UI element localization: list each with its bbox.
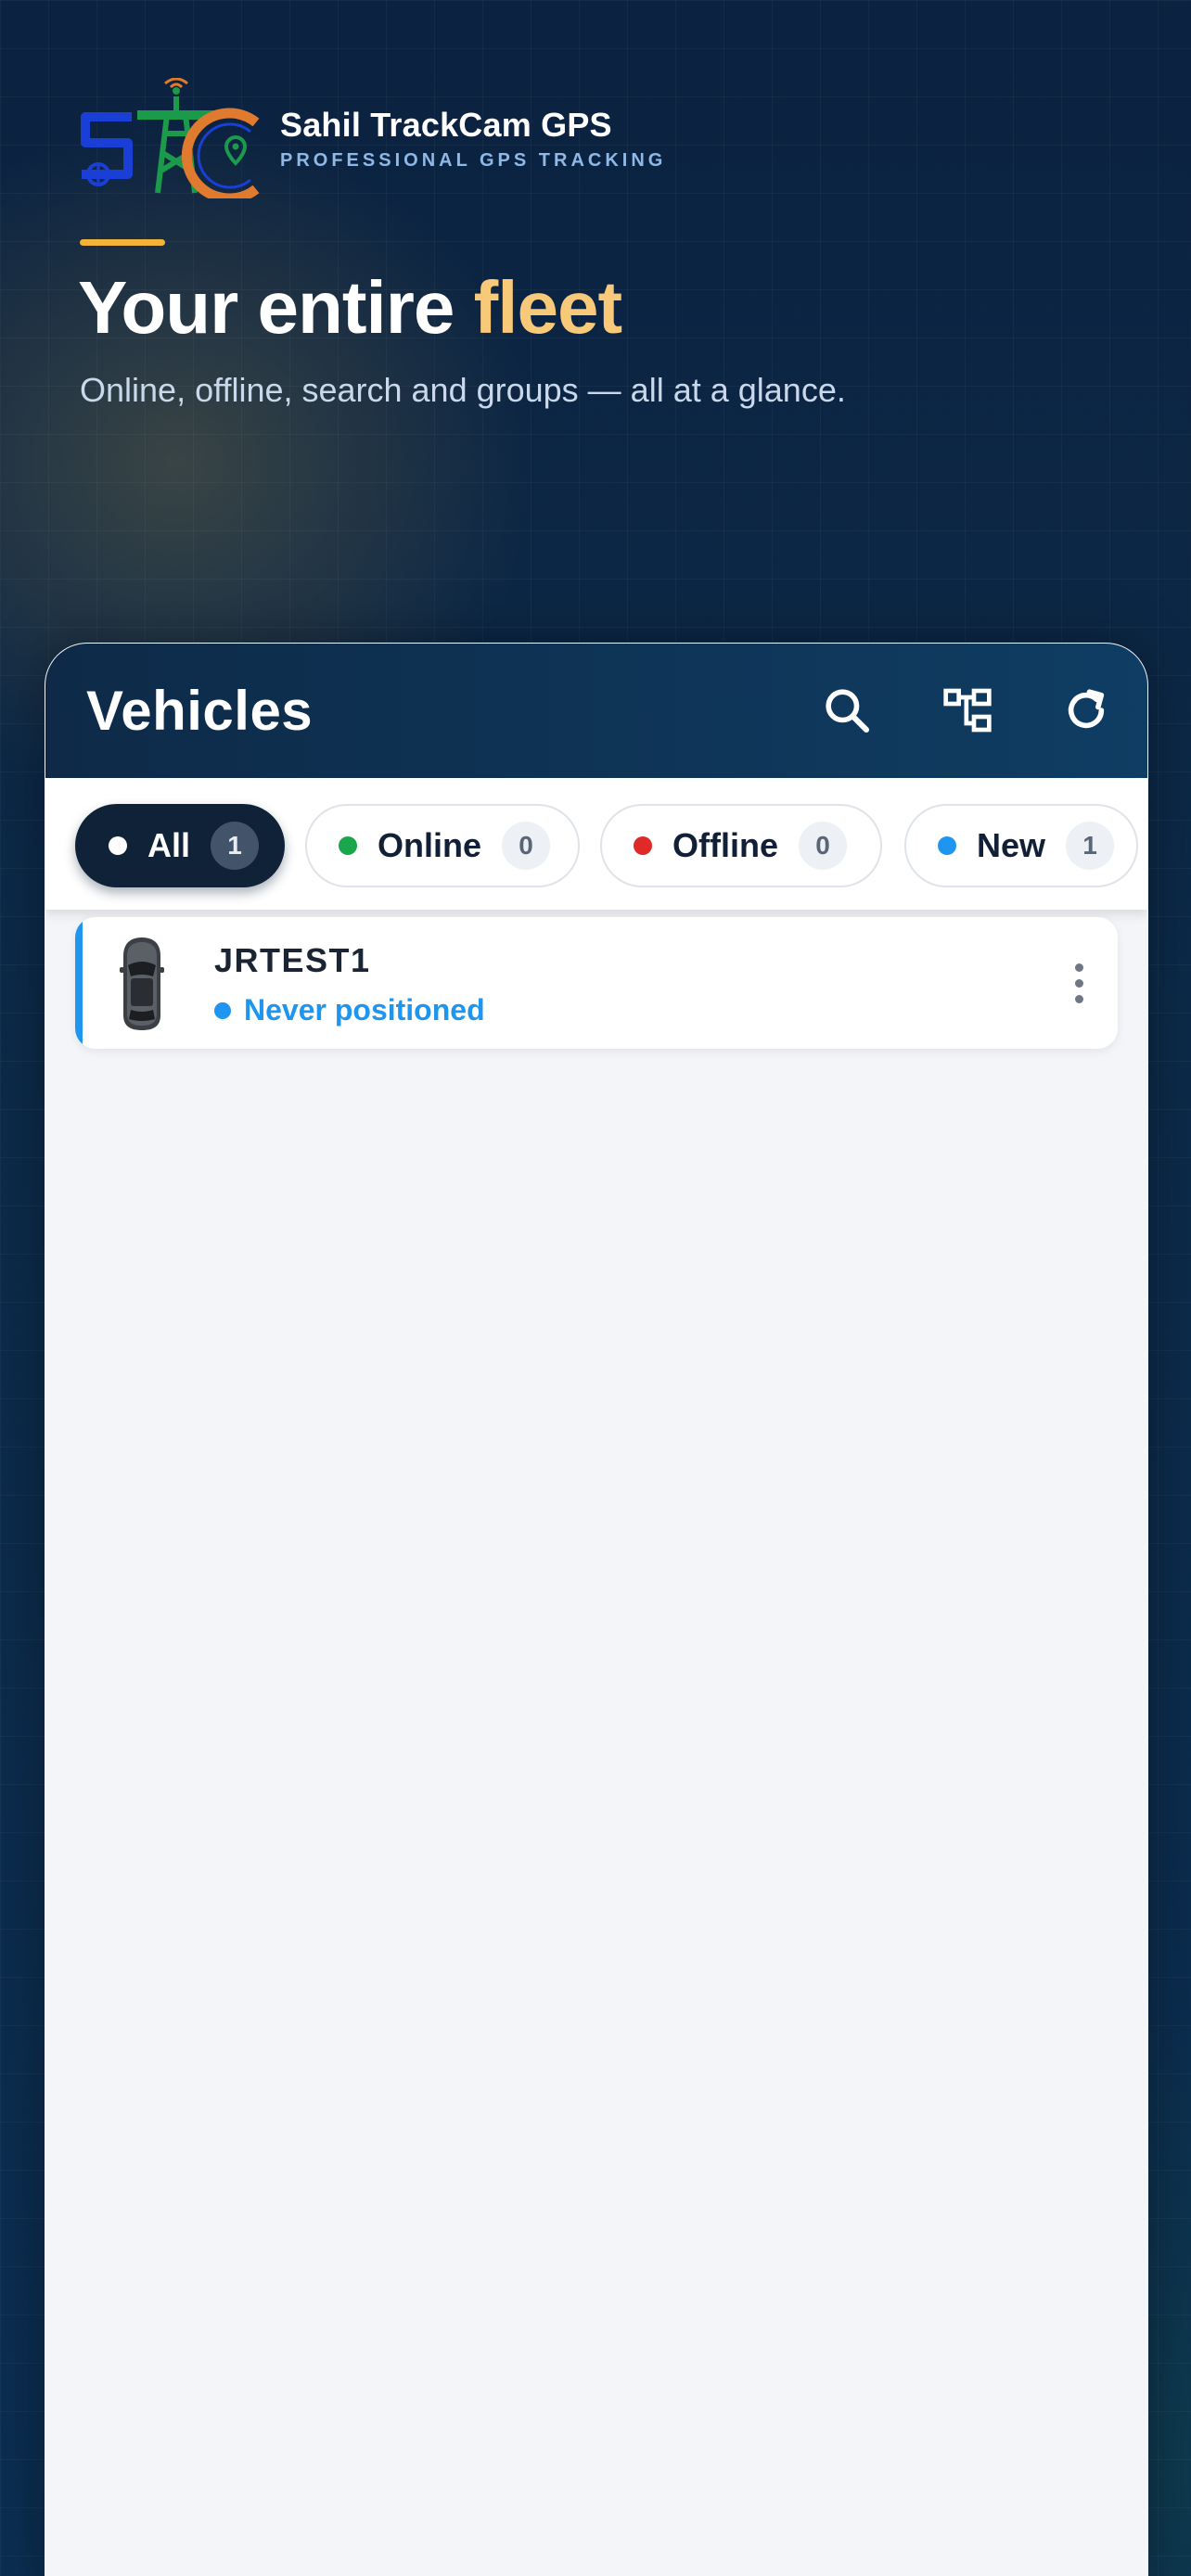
refresh-icon: [1068, 689, 1105, 729]
stc-logo-icon: [81, 78, 260, 198]
car-topview-icon: [120, 937, 164, 1030]
panel-header: Vehicles: [45, 644, 1147, 778]
filter-count-badge: 1: [211, 822, 260, 870]
vehicle-name: JRTEST1: [214, 941, 371, 979]
groups-button[interactable]: [930, 673, 1005, 747]
hierarchy-icon: [943, 688, 992, 733]
filter-count-badge: 0: [502, 822, 551, 870]
hero-title-main: Your entire: [78, 266, 455, 349]
vehicles-panel: Vehicles All 1 Online 0 Offline 0 New 1 …: [45, 643, 1148, 2576]
filter-label: Offline: [672, 826, 778, 864]
vehicle-status-text: Never positioned: [244, 993, 485, 1027]
brand-name: Sahil TrackCam GPS: [280, 105, 612, 144]
filter-chip-offline[interactable]: Offline 0: [600, 804, 882, 887]
filter-count-badge: 1: [1066, 822, 1115, 870]
filter-bar: All 1 Online 0 Offline 0 New 1: [45, 778, 1147, 910]
hero-title-highlight: fleet: [473, 266, 622, 349]
filter-chip-all[interactable]: All 1: [75, 804, 285, 887]
refresh-button[interactable]: [1049, 673, 1123, 747]
more-options-icon[interactable]: [1058, 950, 1099, 1015]
search-button[interactable]: [810, 673, 884, 747]
status-dot: [634, 836, 652, 855]
filter-chip-online[interactable]: Online 0: [305, 804, 580, 887]
brand-header: Sahil TrackCam GPS PROFESSIONAL GPS TRAC…: [78, 78, 666, 198]
vehicle-list: JRTEST1 Never positioned: [45, 910, 1147, 1049]
vehicle-status: Never positioned: [214, 993, 485, 1027]
status-dot: [109, 836, 127, 855]
status-dot: [339, 836, 357, 855]
accent-divider: [80, 239, 165, 246]
vehicle-list-item[interactable]: JRTEST1 Never positioned: [75, 917, 1118, 1049]
status-stripe: [75, 917, 83, 1049]
hero-title: Your entire fleet: [78, 265, 622, 351]
filter-count-badge: 0: [799, 822, 847, 870]
search-icon: [826, 689, 870, 733]
status-dot: [938, 836, 956, 855]
brand-tagline: PROFESSIONAL GPS TRACKING: [280, 149, 667, 171]
filter-chip-new[interactable]: New 1: [904, 804, 1138, 887]
status-dot: [214, 1001, 231, 1019]
filter-label: Online: [378, 826, 482, 864]
page-title: Vehicles: [86, 680, 314, 742]
filter-label: New: [977, 826, 1046, 864]
hero-subtitle: Online, offline, search and groups — all…: [80, 371, 846, 409]
filter-label: All: [147, 826, 191, 864]
